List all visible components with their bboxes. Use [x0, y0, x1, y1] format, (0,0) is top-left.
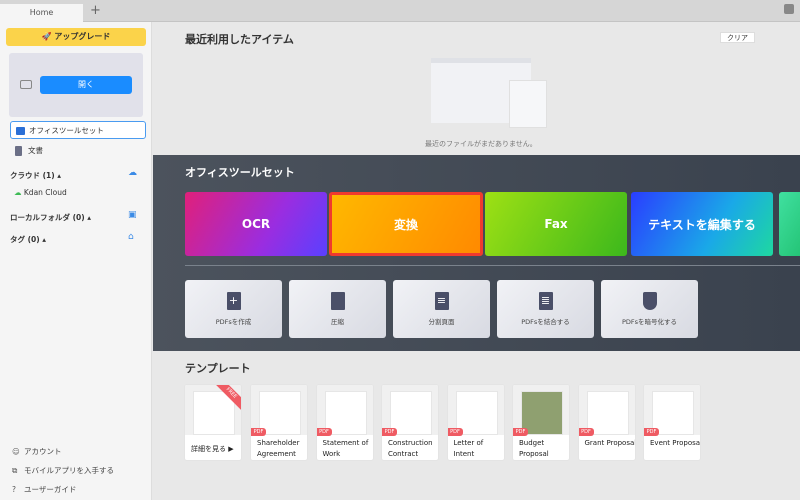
fax-card[interactable]: Fax — [485, 192, 627, 256]
merge-icon: ≣ — [538, 292, 553, 310]
add-cloud-icon[interactable]: ☁ — [128, 168, 137, 178]
new-tab-button[interactable]: + — [90, 3, 101, 18]
template-name: Budget Proposal — [519, 439, 549, 458]
upgrade-label: アップグレード — [54, 32, 111, 41]
office-toolset-title: オフィスツールセット — [185, 166, 295, 179]
add-tag-icon[interactable]: ⌂ — [128, 232, 134, 242]
plus-document-icon: + — [226, 292, 241, 310]
template-name: Construction Contract — [388, 439, 433, 458]
template-card[interactable]: PDF Event Proposal — [643, 384, 701, 461]
open-button[interactable]: 開く — [40, 76, 132, 94]
mobile-app-link[interactable]: ⧉ モバイルアプリを入手する — [12, 465, 114, 476]
tool-label: PDFsを作成 — [215, 318, 252, 326]
shield-icon — [642, 292, 657, 310]
template-name: Statement of Work — [322, 439, 369, 458]
rocket-icon: 🚀 — [41, 32, 55, 41]
pdf-badge: PDF — [316, 428, 332, 436]
edit-text-card[interactable]: テキストを編集する — [631, 192, 773, 256]
user-icon: ☺ — [12, 447, 20, 456]
cloud-header[interactable]: クラウド (1) ▴ — [10, 170, 61, 181]
window-menu-icon[interactable] — [784, 4, 794, 14]
template-card[interactable]: PDF Grant Proposal — [577, 384, 636, 461]
sidebar-item-label: 文書 — [28, 146, 43, 155]
add-folder-icon[interactable]: ▣ — [128, 210, 137, 220]
template-card[interactable]: PDF Construction Contract — [381, 384, 439, 461]
convert-card[interactable]: 変換 — [329, 192, 483, 256]
pdf-badge: PDF — [447, 428, 463, 436]
clear-button[interactable]: クリア — [720, 32, 755, 43]
template-name: Letter of Intent — [453, 439, 484, 458]
merge-pdf-button[interactable]: ≣ PDFsを結合する — [497, 280, 594, 338]
sidebar-item-documents[interactable]: 文書 — [10, 142, 146, 160]
tab-bar — [0, 0, 800, 22]
tool-label: 圧縮 — [331, 318, 344, 326]
split-icon: ≡ — [434, 292, 449, 310]
template-name: Shareholder Agreement — [257, 439, 300, 458]
sidebar-item-kdan-cloud[interactable]: ☁ Kdan Cloud — [14, 188, 67, 197]
ocr-card[interactable]: OCR — [185, 192, 327, 256]
help-icon: ? — [12, 485, 16, 494]
empty-state-illustration — [431, 58, 547, 128]
see-more-templates[interactable]: FREE 詳細を見る ▶ — [184, 384, 242, 461]
tab-home[interactable]: Home — [0, 4, 83, 22]
account-label: アカウント — [24, 447, 62, 456]
template-card[interactable]: PDF Statement of Work — [315, 384, 374, 461]
tool-label: 分割頁面 — [428, 318, 455, 326]
document-icon — [15, 146, 22, 156]
compress-icon — [330, 292, 345, 310]
pdf-badge: PDF — [644, 428, 659, 436]
pdf-badge: PDF — [513, 428, 528, 436]
section-divider — [185, 265, 800, 266]
pdf-badge: PDF — [578, 428, 594, 436]
kdan-cloud-label: Kdan Cloud — [23, 188, 67, 197]
recent-items-title: 最近利用したアイテム — [185, 33, 294, 46]
more-card[interactable] — [779, 192, 800, 256]
pdf-badge: PDF — [382, 428, 397, 436]
mobile-app-label: モバイルアプリを入手する — [24, 466, 114, 475]
template-card[interactable]: PDF Shareholder Agreement — [250, 384, 308, 461]
folder-icon — [20, 80, 32, 89]
account-link[interactable]: ☺ アカウント — [12, 446, 62, 457]
local-folder-header[interactable]: ローカルフォルダ (0) ▴ — [10, 212, 91, 223]
empty-recent-text: 最近のファイルがまだありません。 — [425, 140, 537, 148]
sidebar-item-office-toolset[interactable]: オフィスツールセット — [10, 121, 146, 139]
briefcase-icon — [16, 127, 25, 135]
tool-label: PDFsを結合する — [521, 318, 570, 326]
create-pdf-button[interactable]: + PDFsを作成 — [185, 280, 282, 338]
user-guide-label: ユーザーガイド — [24, 485, 77, 494]
template-card[interactable]: PDF Letter of Intent — [446, 384, 505, 461]
user-guide-link[interactable]: ? ユーザーガイド — [12, 484, 76, 495]
sidebar-item-label: オフィスツールセット — [29, 126, 104, 135]
see-more-label: 詳細を見る ▶ — [191, 445, 234, 453]
kdan-cloud-icon: ☁ — [14, 188, 24, 197]
compress-button[interactable]: 圧縮 — [289, 280, 386, 338]
mobile-icon: ⧉ — [12, 466, 18, 475]
upgrade-button[interactable]: 🚀 アップグレード — [6, 28, 146, 46]
split-pages-button[interactable]: ≡ 分割頁面 — [393, 280, 490, 338]
tags-header[interactable]: タグ (0) ▴ — [10, 234, 46, 245]
encrypt-pdf-button[interactable]: PDFsを暗号化する — [601, 280, 698, 338]
template-card[interactable]: PDF Budget Proposal — [512, 384, 570, 461]
template-name: Grant Proposal — [584, 439, 636, 447]
templates-title: テンプレート — [185, 362, 251, 375]
tool-label: PDFsを暗号化する — [621, 318, 678, 326]
pdf-badge: PDF — [251, 428, 266, 436]
template-name: Event Proposal — [650, 439, 701, 447]
